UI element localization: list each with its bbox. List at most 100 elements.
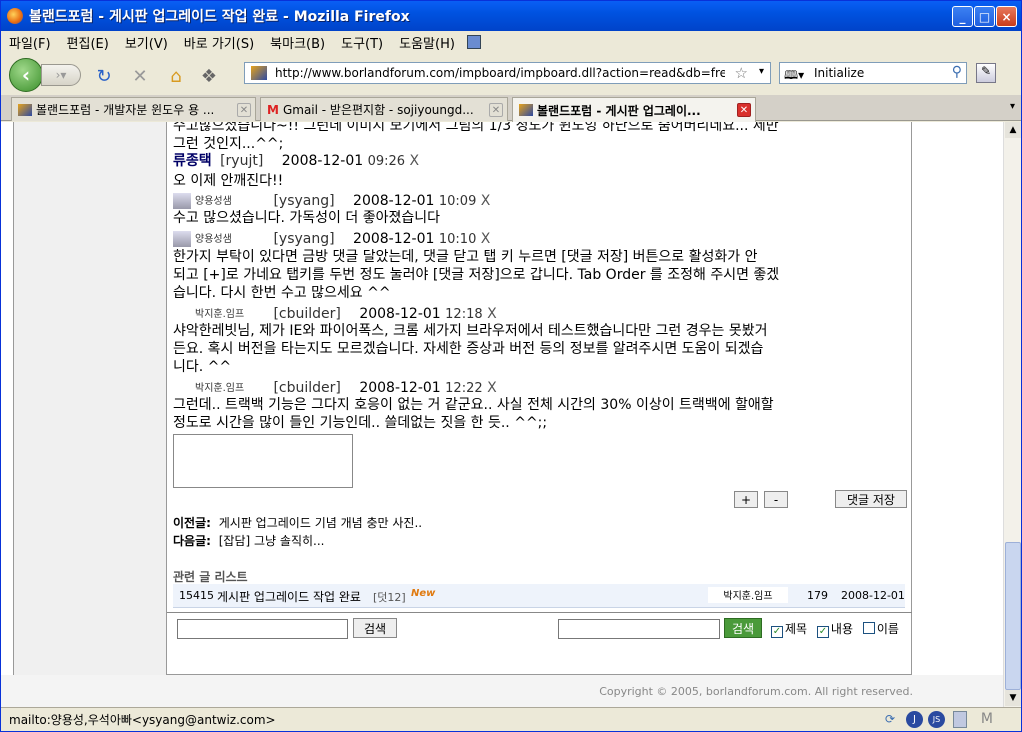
checkbox-checked-icon[interactable]: ✓ [816,626,829,638]
save-comment-button[interactable]: 댓글 저장 [835,490,907,508]
search-input[interactable]: Initialize [814,66,864,80]
tab-label: 볼랜드포럼 - 개발자분 윈도우 용 ... [36,103,215,117]
js-addon-icon[interactable]: JS [928,711,945,728]
scroll-thumb[interactable] [1005,542,1021,690]
back-arrow-icon[interactable]: ‹ [9,58,43,92]
home-icon[interactable]: ⌂ [166,66,186,87]
comment-time: 10:09 [438,194,477,209]
stop-icon[interactable]: ✕ [130,66,150,87]
prev-label: 이전글: [173,516,211,530]
comment-date: 2008-12-01 [359,306,441,322]
table-row[interactable]: 15415 게시판 업그레이드 작업 완료 [덧12] New 박지훈.임프 1… [173,584,905,608]
nickname-image[interactable]: 박지훈.임프 [195,306,265,322]
post-content: 수고많으셨습니다~!! 그런데 이미지 보기에서 그림의 1/3 정도가 윈도잉… [167,122,912,675]
comment-userid: [cbuilder] [273,306,341,322]
close-button[interactable]: × [996,6,1017,27]
menu-tools[interactable]: 도구(T) [333,33,391,52]
checkbox-checked-icon[interactable]: ✓ [771,626,783,638]
comment-body: 습니다. 다시 한번 수고 많으세요 ^^ [173,285,391,301]
scroll-up-icon[interactable]: ▲ [1005,122,1021,138]
related-no: 15415 [179,589,214,602]
status-bar: mailto:양용성,우석아빠<ysyang@antwiz.com> ⟳ J J… [1,707,1021,731]
expand-textarea-button[interactable]: + [734,491,758,508]
related-date: 2008-12-01 [841,589,905,602]
related-heading: 관련 글 리스트 [173,570,248,584]
reload-icon[interactable]: ↻ [94,66,114,87]
delete-comment-button[interactable]: X [487,306,497,322]
vertical-scrollbar[interactable]: ▲ ▼ [1003,122,1021,707]
comment-textarea[interactable] [173,434,353,488]
network-icon[interactable]: ⟳ [885,712,895,726]
forward-arrow-icon[interactable]: ›▾ [41,64,81,86]
tab-borland-board[interactable]: 볼랜드포럼 - 게시판 업그레이... ✕ [512,97,756,122]
addon-icon[interactable]: ❖ [199,66,219,87]
tab-gmail[interactable]: M Gmail - 받은편지함 - sojiyoungd... ✕ [260,97,508,121]
site-favicon-icon [251,66,267,80]
prev-post-link[interactable]: 게시판 업그레이드 기념 개념 충만 사진.. [219,516,422,530]
menu-help[interactable]: 도움말(H) [391,33,463,52]
related-title[interactable]: 게시판 업그레이드 작업 완료 [217,588,361,605]
search-input-right[interactable] [558,619,720,639]
url-bar[interactable]: http://www.borlandforum.com/impboard/imp… [244,62,771,84]
nickname-image[interactable]: 박지훈.임프 [708,587,788,603]
comment-time: 12:22 [445,381,483,396]
bookmark-star-icon[interactable]: ☆ [735,64,748,82]
delete-comment-button[interactable]: X [410,153,420,169]
magnifier-icon[interactable]: ⚲ [952,64,962,80]
comment-time: 09:26 [367,154,406,169]
tab-list-icon[interactable]: ▾ [1010,101,1015,112]
comment-header: 류종택 [ryujt] 2008-12-01 09:26 X [173,152,419,171]
menu-bookmarks[interactable]: 북마크(B) [262,33,333,52]
scroll-down-icon[interactable]: ▼ [1005,690,1021,706]
close-tab-icon[interactable]: ✕ [237,103,251,117]
checkbox-unchecked-icon[interactable] [862,622,875,634]
comment-body: 정도로 시간을 많이 들인 기능인데.. 쓸데없는 짓을 한 듯.. ^^;; [173,415,548,431]
comment-userid: [ryujt] [220,153,264,169]
related-views: 179 [807,589,828,602]
delete-comment-button[interactable]: X [481,231,491,247]
nickname-image[interactable]: 양용성샘 [195,231,265,247]
search-button-left[interactable]: 검색 [353,618,397,638]
page-footer: Copyright © 2005, borlandforum.com. All … [1,675,1003,707]
tab-borland-dev[interactable]: 볼랜드포럼 - 개발자분 윈도우 용 ... ✕ [11,97,256,121]
comment-author[interactable]: 류종택 [173,153,212,169]
gmail-status-icon[interactable]: M [981,711,993,727]
url-dropdown-icon[interactable]: ▾ [759,66,764,77]
menu-view[interactable]: 보기(V) [117,33,176,52]
nickname-image[interactable]: 박지훈.임프 [195,380,265,396]
page-addon-icon[interactable] [953,711,967,728]
url-text[interactable]: http://www.borlandforum.com/impboard/imp… [275,66,725,80]
avatar [173,193,191,209]
close-tab-icon[interactable]: ✕ [489,103,503,117]
comment-date: 2008-12-01 [353,193,435,209]
shrink-textarea-button[interactable]: - [764,491,788,508]
search-bar[interactable]: 🕮▾ Initialize ⚲ [779,62,967,84]
minimize-button[interactable]: _ [952,6,973,27]
next-post-link[interactable]: [잡담] 그냥 솔직히... [219,534,325,548]
tab-label: 볼랜드포럼 - 게시판 업그레이... [537,103,701,118]
j-addon-icon[interactable]: J [906,711,923,728]
search-button-right[interactable]: 검색 [724,618,762,638]
comment-body: 그런데.. 트랙백 기능은 그다지 호응이 없는 거 같군요.. 사실 전체 시… [173,397,774,413]
delete-comment-button[interactable]: X [481,193,491,209]
divider [167,612,912,613]
menu-edit[interactable]: 편집(E) [59,33,117,52]
nickname-image[interactable]: 양용성샘 [195,193,265,209]
avatar [173,231,191,247]
search-input-left[interactable] [177,619,348,639]
delete-comment-button[interactable]: X [487,380,497,396]
close-tab-icon[interactable]: ✕ [737,103,751,117]
menu-file[interactable]: 파일(F) [1,33,59,52]
maximize-button[interactable]: □ [974,6,995,27]
menu-bar: 파일(F) 편집(E) 보기(V) 바로 가기(S) 북마크(B) 도구(T) … [1,31,1021,53]
tab-strip: 볼랜드포럼 - 개발자분 윈도우 용 ... ✕ M Gmail - 받은편지함… [1,95,1021,122]
comment-body: 되고 [+]로 가네요 탭키를 두번 정도 눌러야 [댓글 저장]으로 갑니다.… [173,267,780,283]
new-badge: New [411,588,436,599]
copyright: Copyright © 2005, borlandforum.com. All … [599,685,913,698]
search-engine-icon[interactable]: 🕮▾ [784,66,806,82]
left-sidebar [13,122,167,675]
page-icon[interactable] [466,35,481,49]
menu-go[interactable]: 바로 가기(S) [176,33,262,52]
comment-userid: [ysyang] [273,193,335,209]
notes-icon[interactable]: ✎ [976,63,996,83]
